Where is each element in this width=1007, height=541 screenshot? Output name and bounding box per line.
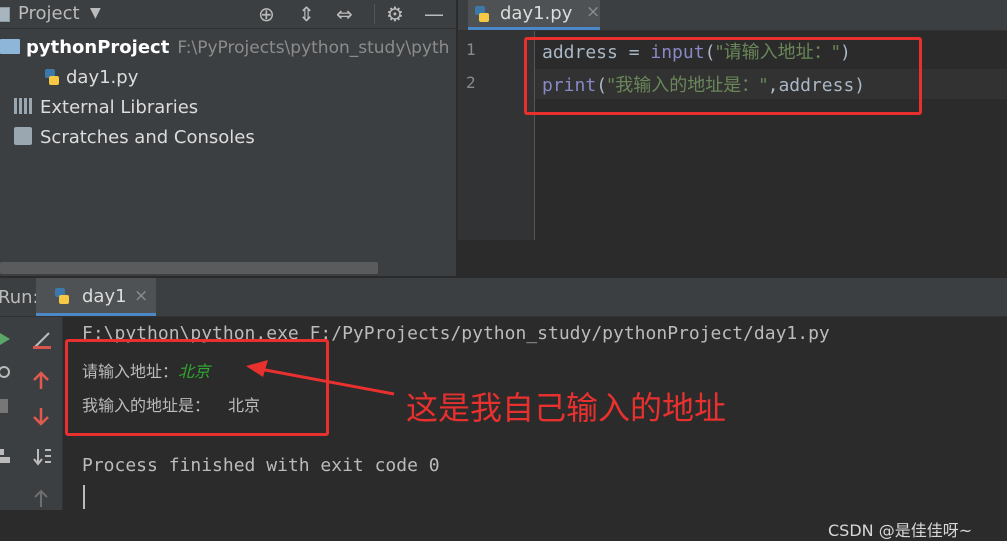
tree-project-path: F:\PyProjects\python_study\pyth <box>177 38 450 58</box>
line-number: 2 <box>466 73 476 92</box>
run-tab-label: day1 <box>82 286 127 307</box>
run-panel: Run: day1 × F:\python\python.exe F:/PyPr… <box>0 278 1007 540</box>
tree-file-label: day1.py <box>66 67 139 88</box>
code-editor: day1.py × 1 2 address = input("请输入地址：") … <box>458 0 1007 276</box>
arrow-up-icon[interactable] <box>32 370 50 390</box>
layout-icon[interactable] <box>0 449 10 463</box>
tree-item-pythonproject[interactable]: pythonProject F:\PyProjects\python_study\… <box>0 37 449 58</box>
expand-all-icon[interactable]: ⇕ <box>298 2 315 26</box>
run-tab-bar: Run: day1 × <box>0 278 1007 317</box>
hide-panel-icon[interactable]: — <box>424 2 444 26</box>
locate-icon[interactable]: ⊕ <box>258 2 275 26</box>
toolbar-divider <box>374 4 375 24</box>
arrow-down-icon[interactable] <box>32 407 50 427</box>
scratches-icon <box>14 127 32 145</box>
tab-label: day1.py <box>500 3 573 24</box>
editor-tab-bar: day1.py × <box>458 0 1007 31</box>
editor-empty-area <box>458 240 1007 276</box>
project-view-icon <box>0 7 10 22</box>
folder-icon <box>0 39 20 54</box>
library-icon <box>14 98 34 114</box>
tree-item-scratches[interactable]: Scratches and Consoles <box>14 127 255 148</box>
console-caret <box>83 485 85 509</box>
tree-extlib-label: External Libraries <box>40 97 199 118</box>
close-icon[interactable]: × <box>586 2 600 22</box>
line-number-gutter: 1 2 <box>458 31 534 240</box>
annotation-text: 这是我自己输入的地址 <box>406 389 727 427</box>
annotation-arrow <box>246 360 395 396</box>
stop-icon[interactable] <box>0 399 8 413</box>
watermark: CSDN @是佳佳呀~ <box>828 521 973 540</box>
tree-project-name: pythonProject <box>26 37 170 58</box>
project-panel-header: Project ▼ ⊕ ⇕ ⇔ ⚙ — <box>0 0 456 29</box>
line-number: 1 <box>466 40 476 59</box>
gear-icon[interactable]: ⚙ <box>386 2 404 26</box>
project-panel-title[interactable]: Project <box>18 3 80 24</box>
close-icon[interactable]: × <box>134 286 148 306</box>
modify-run-icon[interactable] <box>0 365 12 379</box>
rerun-icon[interactable] <box>0 333 10 345</box>
python-file-icon <box>45 69 59 85</box>
console-output[interactable]: F:\python\python.exe F:/PyProjects/pytho… <box>63 317 1007 540</box>
tree-item-day1[interactable]: day1.py <box>44 67 138 88</box>
scroll-to-top-icon[interactable] <box>33 487 49 507</box>
tree-scratch-label: Scratches and Consoles <box>40 127 255 148</box>
python-icon <box>55 288 69 304</box>
collapse-all-icon[interactable]: ⇔ <box>336 2 353 26</box>
tab-day1-py[interactable]: day1.py × <box>468 0 600 30</box>
clear-icon[interactable] <box>31 329 53 351</box>
run-label: Run: <box>0 287 39 308</box>
run-side-toolbar <box>0 317 20 510</box>
soft-wrap-icon[interactable] <box>32 447 52 467</box>
run-toolbar <box>20 317 63 510</box>
tree-item-external-libraries[interactable]: External Libraries <box>14 97 198 118</box>
project-panel: Project ▼ ⊕ ⇕ ⇔ ⚙ — pythonProject F:\PyPr… <box>0 0 456 276</box>
run-tab-day1[interactable]: day1 × <box>36 278 156 316</box>
project-horizontal-scrollbar[interactable] <box>0 262 378 274</box>
console-exit-line: Process finished with exit code 0 <box>82 455 440 476</box>
python-file-icon <box>475 6 489 22</box>
code-highlight-box <box>524 37 922 115</box>
chevron-down-icon[interactable]: ▼ <box>90 5 101 21</box>
